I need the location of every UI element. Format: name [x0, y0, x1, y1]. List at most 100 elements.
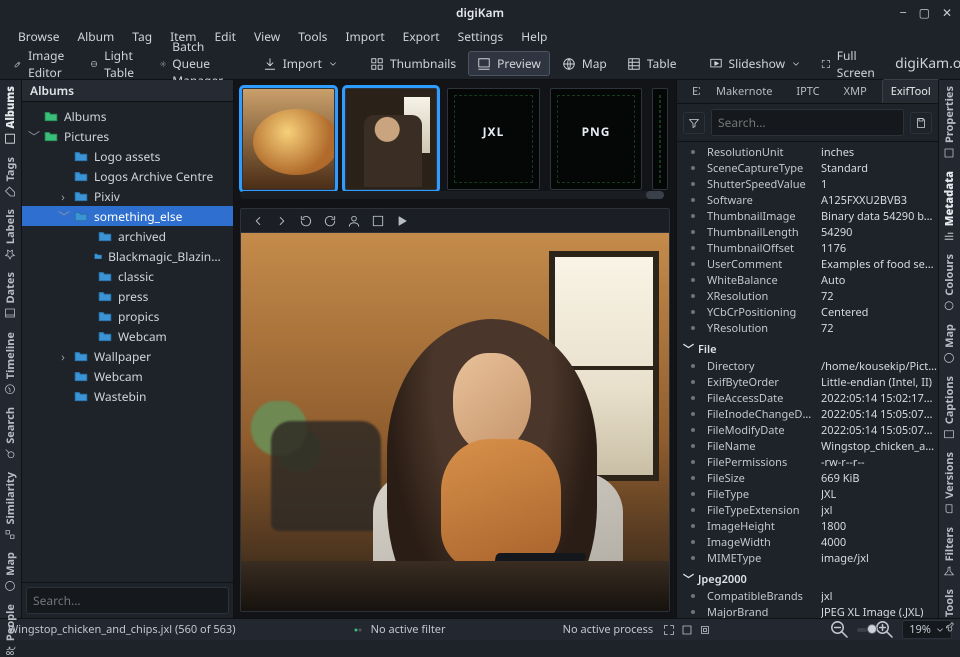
- tree-pictures[interactable]: ﹀Pictures: [22, 126, 233, 146]
- rail-colours[interactable]: Colours: [942, 254, 957, 312]
- tab-xmp[interactable]: XMP: [835, 79, 876, 103]
- center-panel: JXL PNG: [234, 80, 676, 618]
- tree-item[interactable]: archived: [22, 226, 233, 246]
- image-editor-button[interactable]: Image Editor: [6, 44, 78, 84]
- meta-group[interactable]: ﹀File: [677, 340, 938, 358]
- meta-row: SceneCaptureTypeStandard: [677, 160, 938, 176]
- rail-dates[interactable]: Dates: [3, 272, 18, 320]
- tree-item[interactable]: ﹀something_else: [22, 206, 233, 226]
- tree-item[interactable]: Blackmagic_Blazing_wordmark_files: [22, 246, 233, 266]
- rotate-left-icon[interactable]: [299, 214, 313, 228]
- titlebar: digiKam ‒ ▢ ✕: [0, 0, 960, 24]
- rail-filters[interactable]: Filters: [942, 527, 957, 577]
- rail-tools[interactable]: Tools: [942, 589, 957, 633]
- thumbnail-strip[interactable]: JXL PNG: [234, 80, 676, 202]
- menu-view[interactable]: View: [246, 26, 288, 47]
- thumb-scrollbar[interactable]: [240, 191, 664, 199]
- meta-row: ShutterSpeedValue1: [677, 176, 938, 192]
- tree-item[interactable]: ›Pixiv: [22, 186, 233, 206]
- tree-item[interactable]: Logos Archive Centre: [22, 166, 233, 186]
- rail-map2[interactable]: Map: [942, 324, 957, 364]
- slideshow-button[interactable]: Slideshow: [701, 52, 810, 75]
- menu-import[interactable]: Import: [337, 26, 392, 47]
- menu-export[interactable]: Export: [395, 26, 448, 47]
- fullscreen-button[interactable]: Full Screen: [813, 44, 887, 84]
- rail-versions[interactable]: Versions: [942, 452, 957, 515]
- menu-tools[interactable]: Tools: [290, 26, 335, 47]
- preview-view-button[interactable]: Preview: [468, 51, 550, 76]
- meta-row: FileModifyDate2022:05:14 15:05:07+07:00: [677, 422, 938, 438]
- meta-row: FileInodeChangeDate2022:05:14 15:05:07+0…: [677, 406, 938, 422]
- thumb-3[interactable]: JXL: [447, 88, 540, 190]
- status-bar: Wingstop_chicken_and_chips.jxl (560 of 5…: [0, 618, 960, 640]
- brand-link[interactable]: digiKam.org: [895, 54, 960, 73]
- tree-item[interactable]: classic: [22, 266, 233, 286]
- window-minimize-icon[interactable]: ‒: [900, 4, 907, 21]
- face-tag-icon[interactable]: [347, 214, 361, 228]
- tree-item[interactable]: Logo assets: [22, 146, 233, 166]
- right-rail: Properties Metadata Colours Map Captions…: [938, 80, 960, 618]
- play-icon[interactable]: [395, 214, 409, 228]
- table-view-button[interactable]: Table: [619, 52, 685, 75]
- tab-iptc[interactable]: IPTC: [787, 79, 828, 103]
- zoom-out-icon[interactable]: [828, 618, 851, 641]
- rail-metadata[interactable]: Metadata: [942, 171, 957, 242]
- tree-item[interactable]: Wastebin: [22, 386, 233, 406]
- next-icon[interactable]: [275, 214, 289, 228]
- rail-similarity[interactable]: Similarity: [3, 472, 18, 541]
- window-close-icon[interactable]: ✕: [942, 4, 952, 21]
- prev-icon[interactable]: [251, 214, 265, 228]
- rail-search[interactable]: Search: [3, 407, 18, 460]
- rail-properties[interactable]: Properties: [942, 86, 957, 159]
- meta-row: FilePermissions-rw-r--r--: [677, 454, 938, 470]
- save-metadata-icon[interactable]: [910, 112, 932, 134]
- thumb-1[interactable]: [242, 88, 335, 190]
- tab-exiftool[interactable]: ExifTool: [882, 79, 940, 103]
- zoom-100-icon[interactable]: [681, 624, 693, 636]
- fit-icon[interactable]: [371, 214, 385, 228]
- status-icons: [663, 624, 711, 636]
- filter-icon[interactable]: [683, 112, 705, 134]
- menu-settings[interactable]: Settings: [450, 26, 512, 47]
- rotate-right-icon[interactable]: [323, 214, 337, 228]
- tree-item[interactable]: press: [22, 286, 233, 306]
- import-button[interactable]: Import: [255, 52, 346, 75]
- meta-row: FileTypeJXL: [677, 486, 938, 502]
- status-process: No active process: [563, 622, 654, 637]
- tree-item[interactable]: ›Wallpaper: [22, 346, 233, 366]
- zoom-slider[interactable]: [857, 628, 867, 632]
- rail-map[interactable]: Map: [3, 552, 18, 592]
- light-table-button[interactable]: Light Table: [82, 44, 148, 84]
- thumb-5[interactable]: [652, 88, 668, 190]
- meta-row: CompatibleBrandsjxl: [677, 588, 938, 604]
- tree-root[interactable]: Albums: [22, 106, 233, 126]
- meta-row: WhiteBalanceAuto: [677, 272, 938, 288]
- preview-image[interactable]: [241, 233, 669, 611]
- zoom-sel-icon[interactable]: [699, 624, 711, 636]
- tab-exif[interactable]: EXIF: [683, 79, 701, 103]
- window-maximize-icon[interactable]: ▢: [919, 4, 930, 21]
- rail-people[interactable]: People: [3, 604, 18, 657]
- rail-captions[interactable]: Captions: [942, 376, 957, 440]
- tree-item[interactable]: propics: [22, 306, 233, 326]
- tree-item[interactable]: Webcam: [22, 326, 233, 346]
- rail-tags[interactable]: Tags: [3, 157, 18, 198]
- albums-panel: Albums Albums﹀PicturesLogo assetsLogos A…: [22, 80, 234, 618]
- thumb-4[interactable]: PNG: [550, 88, 643, 190]
- rail-timeline[interactable]: Timeline: [3, 332, 18, 395]
- thumbnails-view-button[interactable]: Thumbnails: [362, 52, 464, 75]
- albums-search-input[interactable]: [26, 587, 229, 614]
- rail-labels[interactable]: Labels: [3, 209, 18, 260]
- metadata-search-input[interactable]: [711, 109, 904, 136]
- tab-makernote[interactable]: Makernote: [707, 79, 781, 103]
- meta-row: ExifByteOrderLittle-endian (Intel, II): [677, 374, 938, 390]
- menu-help[interactable]: Help: [513, 26, 555, 47]
- main-toolbar: Image Editor Light Table Batch Queue Man…: [0, 48, 960, 80]
- map-view-button[interactable]: Map: [554, 52, 615, 75]
- tree-item[interactable]: Webcam: [22, 366, 233, 386]
- meta-group[interactable]: ﹀Jpeg2000: [677, 570, 938, 588]
- rail-albums[interactable]: Albums: [3, 86, 18, 145]
- zoom-fit-icon[interactable]: [663, 624, 675, 636]
- thumb-2[interactable]: [345, 88, 438, 190]
- app-title: digiKam: [456, 4, 504, 21]
